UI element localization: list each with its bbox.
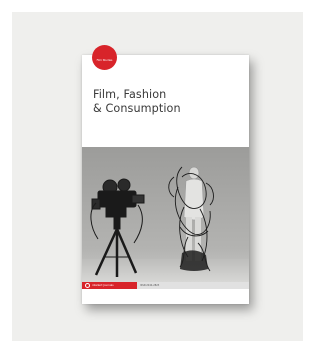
journal-title-line-1: Film, Fashion [93, 88, 167, 101]
cover-photo [82, 147, 249, 282]
journal-title: Film, Fashion & Consumption [93, 88, 243, 115]
issn-text: ISSN 2044-2823 [140, 284, 160, 287]
product-image-frame: Film Studies Film, Fashion & Consumption [12, 12, 303, 341]
publisher-logo-icon [85, 283, 90, 288]
journal-cover[interactable]: Film Studies Film, Fashion & Consumption [82, 45, 249, 304]
subject-badge-label: Film Studies [96, 59, 113, 62]
journal-title-line-2: & Consumption [93, 101, 181, 115]
publisher-band: intellect Journals [82, 282, 137, 289]
subject-badge: Film Studies [92, 45, 117, 70]
publisher-name: intellect Journals [92, 284, 114, 287]
cover-footer: intellect Journals ISSN 2044-2823 [82, 282, 249, 289]
